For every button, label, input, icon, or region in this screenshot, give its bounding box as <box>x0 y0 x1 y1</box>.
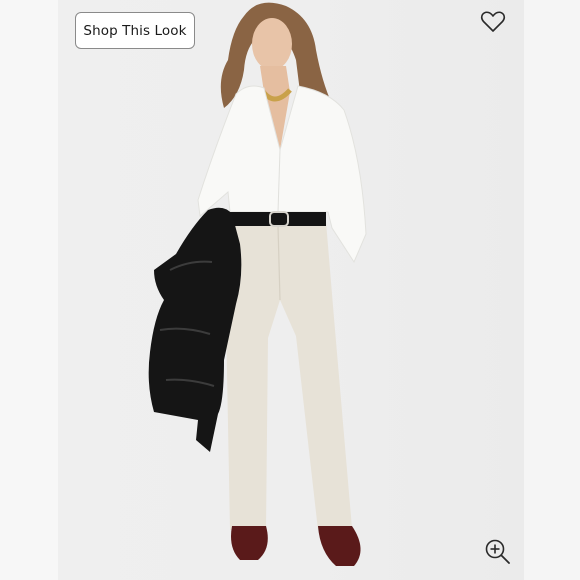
shop-this-look-button[interactable]: Shop This Look <box>75 12 195 49</box>
image-margin-right <box>524 0 580 580</box>
image-margin-left <box>0 0 58 580</box>
product-photo <box>148 2 367 566</box>
zoom-button[interactable] <box>484 538 512 566</box>
favorite-button[interactable] <box>480 10 506 34</box>
heart-icon <box>480 11 506 32</box>
zoom-in-icon <box>485 539 510 564</box>
product-image-viewer[interactable]: Shop This Look <box>0 0 580 580</box>
